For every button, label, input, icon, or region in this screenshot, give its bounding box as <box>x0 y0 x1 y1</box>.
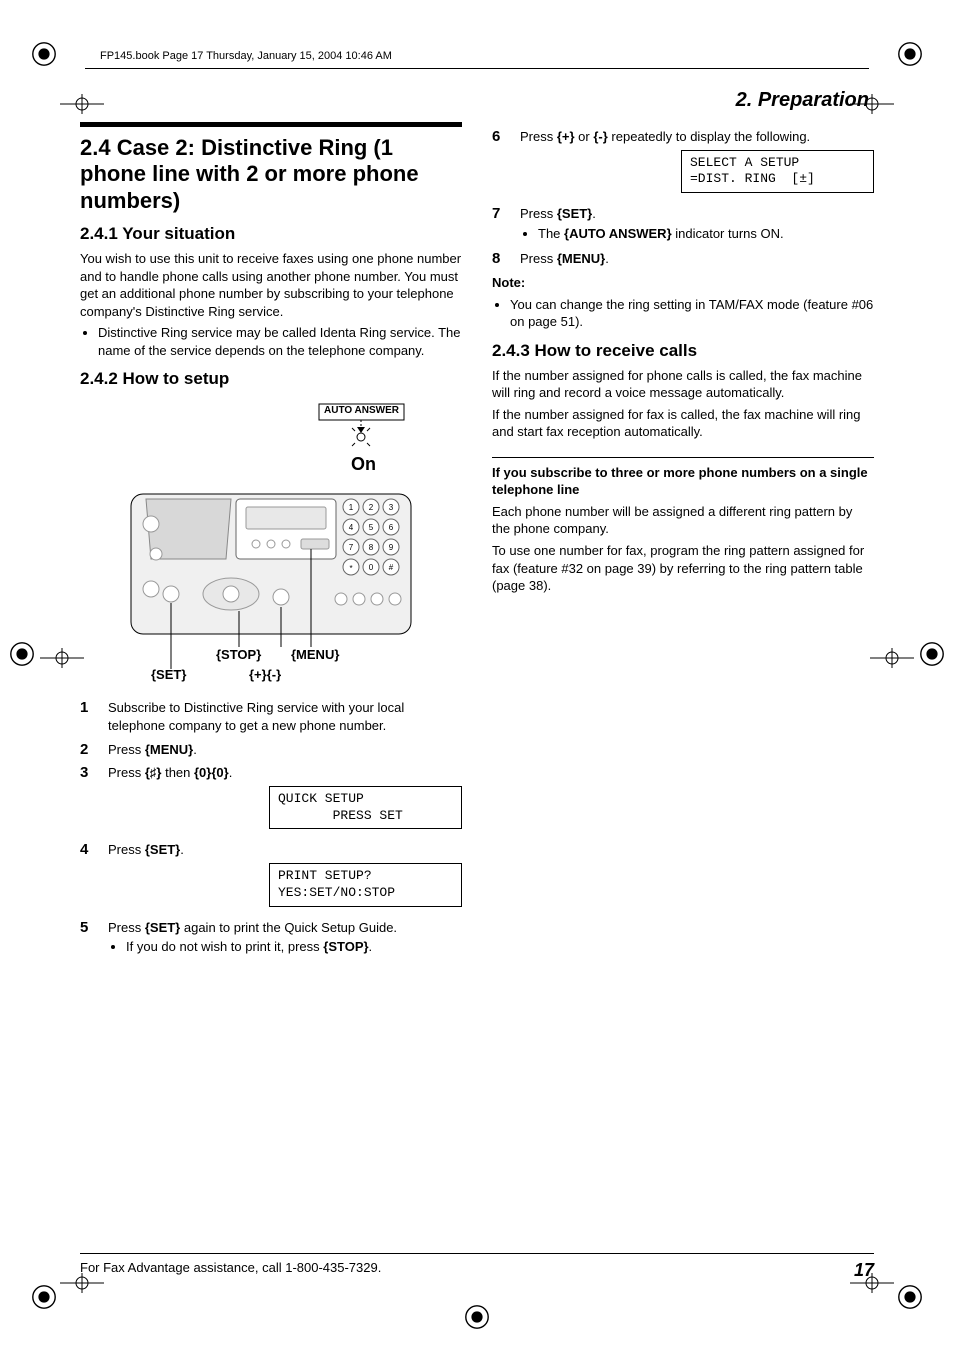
subsection-p2: To use one number for fax, program the r… <box>492 542 874 595</box>
step-5-bullets: If you do not wish to print it, press {S… <box>126 938 462 956</box>
step-6: 6 Press {+} or {-} repeatedly to display… <box>492 128 874 199</box>
section-2-4-title: 2.4 Case 2: Distinctive Ring (1 phone li… <box>80 135 462 214</box>
step-number: 3 <box>80 764 96 835</box>
auto-answer-label: AUTO ANSWER <box>324 405 399 416</box>
crop-cross-icon <box>40 648 84 668</box>
svg-text:0: 0 <box>369 563 374 572</box>
step-8: 8 Press {MENU}. <box>492 250 874 268</box>
svg-text:#: # <box>389 563 394 572</box>
footer-text: For Fax Advantage assistance, call 1-800… <box>80 1260 381 1281</box>
step-number: 5 <box>80 919 96 958</box>
step-7: 7 Press {SET}. The {AUTO ANSWER} indicat… <box>492 205 874 244</box>
divider-rule <box>492 457 874 458</box>
section-2-4-3-title: 2.4.3 How to receive calls <box>492 341 874 361</box>
print-header: FP145.book Page 17 Thursday, January 15,… <box>100 50 894 62</box>
step-4: 4 Press {SET}. PRINT SETUP? YES:SET/NO:S… <box>80 841 462 912</box>
bullet-item: If you do not wish to print it, press {S… <box>126 938 462 956</box>
plusminus-key-label: {+}{-} <box>249 667 281 682</box>
setup-steps-continued: 6 Press {+} or {-} repeatedly to display… <box>492 128 874 268</box>
step-number: 7 <box>492 205 508 244</box>
setup-steps: 1 Subscribe to Distinctive Ring service … <box>80 699 462 957</box>
section-bar <box>80 122 462 127</box>
step-number: 4 <box>80 841 96 912</box>
step-number: 2 <box>80 741 96 759</box>
registration-mark-icon <box>30 40 58 68</box>
header-rule <box>85 68 869 69</box>
note-bullets: You can change the ring setting in TAM/F… <box>510 296 874 331</box>
page-number: 17 <box>854 1260 874 1281</box>
crop-cross-icon <box>870 648 914 668</box>
registration-mark-icon <box>8 640 36 668</box>
step-3: 3 Press {♯} then {0}{0}. QUICK SETUP PRE… <box>80 764 462 835</box>
bullet-item: You can change the ring setting in TAM/F… <box>510 296 874 331</box>
svg-text:*: * <box>349 564 352 573</box>
registration-mark-icon <box>896 40 924 68</box>
crop-cross-icon <box>850 94 894 114</box>
step-number: 6 <box>492 128 508 199</box>
section-2-4-1-title: 2.4.1 Your situation <box>80 224 462 244</box>
svg-text:7: 7 <box>349 543 354 552</box>
step-text: Press {SET}. PRINT SETUP? YES:SET/NO:STO… <box>108 841 462 912</box>
registration-mark-icon <box>463 1303 491 1331</box>
crop-cross-icon <box>60 94 104 114</box>
section-2-4-1-body: You wish to use this unit to receive fax… <box>80 250 462 320</box>
svg-text:1: 1 <box>349 503 354 512</box>
step-text: Press {MENU}. <box>108 741 462 759</box>
section-2-4-3-p2: If the number assigned for fax is called… <box>492 406 874 441</box>
on-label: On <box>351 454 376 475</box>
page: FP145.book Page 17 Thursday, January 15,… <box>0 0 954 1351</box>
subsection-bold: If you subscribe to three or more phone … <box>492 464 874 499</box>
step-text: Press {MENU}. <box>520 250 874 268</box>
lcd-display: SELECT A SETUP =DIST. RING [±] <box>681 150 874 194</box>
svg-text:4: 4 <box>349 523 354 532</box>
right-column: 6 Press {+} or {-} repeatedly to display… <box>492 122 874 964</box>
step-text: Press {+} or {-} repeatedly to display t… <box>520 128 874 199</box>
svg-text:5: 5 <box>369 523 374 532</box>
step-5: 5 Press {SET} again to print the Quick S… <box>80 919 462 958</box>
section-2-4-2-title: 2.4.2 How to setup <box>80 369 462 389</box>
step-text: Subscribe to Distinctive Ring service wi… <box>108 699 462 734</box>
step-2: 2 Press {MENU}. <box>80 741 462 759</box>
svg-text:6: 6 <box>389 523 394 532</box>
lcd-display: PRINT SETUP? YES:SET/NO:STOP <box>269 863 462 907</box>
note-label: Note: <box>492 274 874 292</box>
chapter-title: 2. Preparation <box>60 89 869 112</box>
registration-mark-icon <box>896 1283 924 1311</box>
step-number: 1 <box>80 699 96 734</box>
section-2-4-3-p1: If the number assigned for phone calls i… <box>492 367 874 402</box>
device-diagram: 1 2 3 4 5 6 7 8 9 * 0 # <box>121 399 421 689</box>
step-text: Press {SET} again to print the Quick Set… <box>108 919 462 958</box>
bullet-item: Distinctive Ring service may be called I… <box>98 324 462 359</box>
page-footer: For Fax Advantage assistance, call 1-800… <box>80 1253 874 1281</box>
step-1: 1 Subscribe to Distinctive Ring service … <box>80 699 462 734</box>
lcd-display: QUICK SETUP PRESS SET <box>269 786 462 830</box>
subsection-p1: Each phone number will be assigned a dif… <box>492 503 874 538</box>
svg-text:3: 3 <box>389 503 394 512</box>
svg-text:2: 2 <box>369 503 374 512</box>
content-columns: 2.4 Case 2: Distinctive Ring (1 phone li… <box>60 122 894 964</box>
menu-key-label: {MENU} <box>291 647 339 662</box>
step-text: Press {SET}. The {AUTO ANSWER} indicator… <box>520 205 874 244</box>
svg-text:9: 9 <box>389 543 394 552</box>
step-text: Press {♯} then {0}{0}. QUICK SETUP PRESS… <box>108 764 462 835</box>
registration-mark-icon <box>918 640 946 668</box>
svg-text:8: 8 <box>369 543 374 552</box>
section-2-4-1-bullets: Distinctive Ring service may be called I… <box>98 324 462 359</box>
stop-key-label: {STOP} <box>216 647 261 662</box>
left-column: 2.4 Case 2: Distinctive Ring (1 phone li… <box>80 122 462 964</box>
bullet-item: The {AUTO ANSWER} indicator turns ON. <box>538 225 874 243</box>
set-key-label: {SET} <box>151 667 186 682</box>
step-7-bullets: The {AUTO ANSWER} indicator turns ON. <box>538 225 874 243</box>
step-number: 8 <box>492 250 508 268</box>
registration-mark-icon <box>30 1283 58 1311</box>
